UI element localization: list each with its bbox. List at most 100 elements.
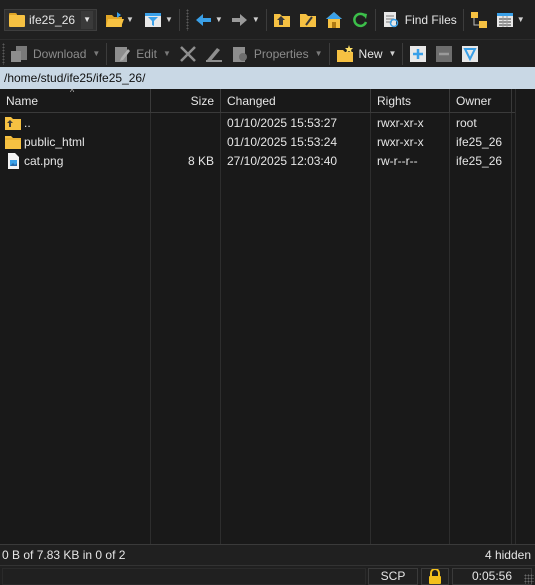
back-button[interactable]: ▼ xyxy=(192,8,225,32)
elapsed-time: 0:05:56 xyxy=(471,569,513,583)
file-rights: rwxr-xr-x xyxy=(377,135,424,149)
toolbar-grip[interactable] xyxy=(2,42,5,65)
column-header-changed[interactable]: Changed xyxy=(221,89,371,113)
status-panel xyxy=(2,568,366,585)
find-files-icon xyxy=(382,11,400,29)
download-icon xyxy=(10,45,28,63)
delete-icon xyxy=(179,45,197,63)
new-button[interactable]: New ▼ xyxy=(334,42,399,66)
file-size: 8 KB xyxy=(187,154,214,168)
lock-icon xyxy=(428,568,442,585)
chevron-down-icon[interactable]: ▼ xyxy=(517,15,525,24)
column-divider xyxy=(150,113,151,544)
column-divider xyxy=(449,113,450,544)
chevron-down-icon[interactable]: ▼ xyxy=(165,15,173,24)
find-files-button[interactable]: Find Files xyxy=(380,8,459,32)
file-rights: rw-r--r-- xyxy=(377,154,418,168)
resize-grip-icon[interactable] xyxy=(524,574,534,584)
hidden-files-status[interactable]: 4 hidden xyxy=(485,548,531,562)
file-toolbar: Download ▼ Edit ▼ Properties ▼ New ▼ xyxy=(0,40,535,67)
toolbar-grip[interactable] xyxy=(185,8,189,31)
delete-button[interactable] xyxy=(177,42,199,66)
selection-status: 0 B of 7.83 KB in 0 of 2 xyxy=(2,548,126,562)
rename-button[interactable] xyxy=(203,42,225,66)
root-folder-icon xyxy=(299,11,317,29)
file-changed: 01/10/2025 15:53:24 xyxy=(227,135,338,149)
properties-button[interactable]: Properties ▼ xyxy=(229,42,325,66)
chevron-down-icon[interactable]: ▼ xyxy=(389,49,397,58)
current-path: /home/stud/ife25/ife25_26/ xyxy=(4,71,146,85)
download-label: Download xyxy=(33,46,87,61)
file-name: .. xyxy=(24,116,31,130)
refresh-button[interactable] xyxy=(349,8,371,32)
file-owner: root xyxy=(456,116,477,130)
select-files-button[interactable] xyxy=(407,42,429,66)
chevron-down-icon[interactable]: ▼ xyxy=(315,49,323,58)
file-owner: ife25_26 xyxy=(456,154,503,168)
column-header-rights[interactable]: Rights xyxy=(371,89,450,113)
properties-label: Properties xyxy=(253,46,309,61)
status-bar: 0 B of 7.83 KB in 0 of 2 4 hidden xyxy=(0,544,535,565)
file-row[interactable]: cat.png 8 KB 27/10/2025 12:03:40 rw-r--r… xyxy=(0,152,535,171)
refresh-icon xyxy=(351,11,369,29)
elapsed-time-panel: 0:05:56 xyxy=(452,568,532,585)
home-directory-button[interactable] xyxy=(323,8,345,32)
protocol-panel: SCP xyxy=(368,568,418,585)
home-icon xyxy=(325,11,343,29)
rename-icon xyxy=(205,45,223,63)
view-options-button[interactable]: ▼ xyxy=(494,8,527,32)
file-changed: 01/10/2025 15:53:27 xyxy=(227,116,338,130)
arrow-right-icon xyxy=(231,11,249,29)
main-toolbar: ife25_26 ▼ ▼ ▼ ▼ ▼ Find Files ▼ xyxy=(0,0,535,40)
toolbar-separator xyxy=(374,8,376,31)
toolbar-separator xyxy=(178,8,180,31)
tree-view-button[interactable] xyxy=(468,8,490,32)
column-divider xyxy=(511,113,512,544)
file-changed: 27/10/2025 12:03:40 xyxy=(227,154,338,168)
edit-label: Edit xyxy=(136,46,157,61)
root-directory-button[interactable] xyxy=(297,8,319,32)
file-row[interactable]: .. 01/10/2025 15:53:27 rwxr-xr-x root xyxy=(0,114,535,133)
download-button[interactable]: Download ▼ xyxy=(8,42,102,66)
chevron-down-icon[interactable]: ▼ xyxy=(81,10,94,29)
filter-button[interactable]: ▼ xyxy=(142,8,175,32)
open-directory-button[interactable]: ▼ xyxy=(103,8,136,32)
file-size xyxy=(150,133,220,152)
column-header-owner[interactable]: Owner xyxy=(450,89,512,113)
forward-button[interactable]: ▼ xyxy=(229,8,262,32)
folder-icon xyxy=(8,11,26,29)
file-name-cell: cat.png xyxy=(0,152,150,171)
toolbar-separator xyxy=(106,42,108,65)
session-selector[interactable]: ife25_26 ▼ xyxy=(4,8,98,31)
file-name-cell: public_html xyxy=(0,133,150,152)
select-all-button[interactable] xyxy=(459,42,481,66)
column-divider xyxy=(220,113,221,544)
chevron-down-icon[interactable]: ▼ xyxy=(252,15,260,24)
parent-directory-button[interactable] xyxy=(271,8,293,32)
chevron-down-icon[interactable]: ▼ xyxy=(215,15,223,24)
toolbar-separator xyxy=(462,8,464,31)
column-header-size[interactable]: Size xyxy=(151,89,221,113)
vertical-scrollbar[interactable] xyxy=(515,89,535,544)
filter-icon xyxy=(144,11,162,29)
file-owner: ife25_26 xyxy=(456,135,503,149)
chevron-down-icon[interactable]: ▼ xyxy=(92,49,100,58)
edit-button[interactable]: Edit ▼ xyxy=(111,42,173,66)
open-folder-icon xyxy=(105,11,125,29)
file-size xyxy=(150,114,220,133)
new-folder-icon xyxy=(336,44,354,63)
column-header-name[interactable]: Name ^ xyxy=(0,87,151,113)
tree-icon xyxy=(470,11,488,29)
file-list[interactable]: Name ^ Size Changed Rights Owner .. 01/1… xyxy=(0,87,535,544)
encryption-panel[interactable] xyxy=(421,568,449,585)
properties-icon xyxy=(231,45,249,63)
path-bar[interactable]: /home/stud/ife25/ife25_26/ xyxy=(0,67,535,89)
column-header-name-label: Name xyxy=(6,94,39,108)
chevron-down-icon[interactable]: ▼ xyxy=(126,15,134,24)
new-label: New xyxy=(358,46,383,61)
toolbar-separator xyxy=(328,42,330,65)
file-row[interactable]: public_html 01/10/2025 15:53:24 rwxr-xr-… xyxy=(0,133,535,152)
sort-ascending-icon: ^ xyxy=(70,87,75,97)
chevron-down-icon[interactable]: ▼ xyxy=(163,49,171,58)
unselect-files-button[interactable] xyxy=(433,42,455,66)
